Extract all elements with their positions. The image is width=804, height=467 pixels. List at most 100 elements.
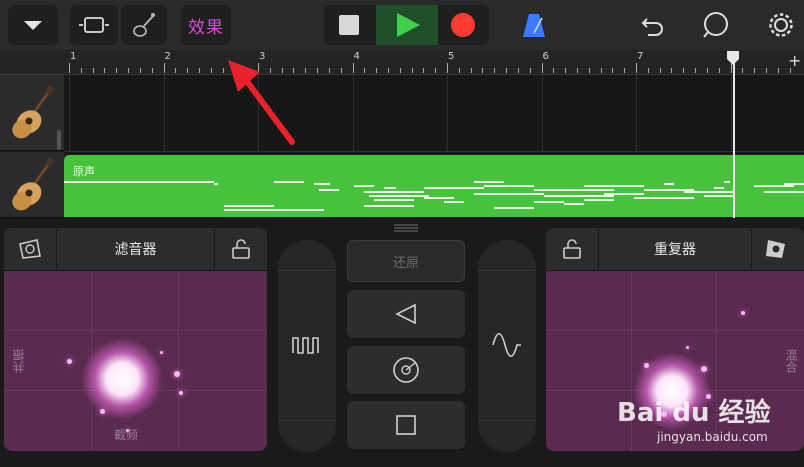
playhead[interactable] [733,52,735,218]
waveform-segment [354,185,374,187]
ruler-tick [376,68,378,73]
bar-number: 1 [70,51,77,62]
guitar-icon [133,13,155,37]
record-effect-icon [19,239,41,259]
waveform-segment [714,187,724,189]
bar-gridline [352,75,354,151]
unlock-icon [563,239,581,259]
track-separator [64,151,804,152]
bar-gridline [730,75,732,151]
gate-wave-icon[interactable] [291,334,323,356]
waveform-segment [369,195,429,197]
ruler-tick [612,68,614,73]
metronome-button[interactable] [514,5,554,45]
track-resize-handle[interactable] [57,130,61,150]
stop-effect-button[interactable] [347,401,465,449]
effects-button[interactable]: 效果 [181,5,231,45]
tracks-view-icon [79,17,109,33]
undo-icon [641,18,663,36]
ruler-tick [683,68,685,73]
audio-region[interactable]: 原声 [64,155,804,217]
particle [126,429,129,432]
bar-gridline [636,75,637,151]
ruler-tick [647,68,649,73]
stop-icon [339,15,359,35]
waveform-segment [364,205,414,207]
turntable-icon [393,357,419,383]
waveform-segment [384,187,396,189]
ruler-tick [116,68,118,73]
tracks-view-button[interactable] [70,5,118,45]
waveform-segment [784,183,804,185]
waveform-segment [424,187,484,189]
waveform-segment [274,181,304,183]
ruler-corner [0,50,64,75]
watermark: Bai du 经验 jingyan.baidu.com [617,392,804,452]
play-icon [397,13,420,37]
filter-lock-button[interactable] [214,228,267,270]
left-modifier-strip [278,240,336,452]
stop-button[interactable] [326,5,372,45]
settings-button[interactable] [760,5,802,45]
panel-drag-handle[interactable] [392,223,420,233]
ruler-tick [529,68,531,73]
timeline-ruler[interactable]: 12345678 [64,50,804,75]
browser-menu-button[interactable] [8,5,58,45]
reverse-triangle-icon [395,303,416,325]
unlock-icon [232,239,250,259]
waveform-segment [764,191,804,193]
filter-record-button[interactable] [4,228,57,270]
instrument-button[interactable] [121,5,167,45]
record-icon [451,13,475,37]
waveform-segment [494,207,534,209]
waveform-segment [314,183,324,185]
filter-xy-pad[interactable]: 截频 共振 [4,271,267,451]
track-header-2[interactable] [0,152,64,218]
waveform-segment [224,205,274,207]
ruler-tick [387,68,389,73]
loop-browser-button[interactable] [694,5,738,45]
waveform-segment [319,189,339,191]
play-button[interactable] [376,5,438,45]
waveform-segment [324,183,330,185]
track-header-1[interactable] [0,75,64,151]
bar-number: 6 [542,51,549,62]
ruler-tick [435,68,437,73]
playhead-marker-icon[interactable] [723,50,743,66]
repeater-record-button[interactable] [751,228,804,270]
waveform-segment [424,197,454,199]
ruler-tick [423,68,425,73]
repeater-lock-button[interactable] [546,228,599,270]
waveform-segment [64,181,214,183]
ruler-tick [754,68,756,73]
ruler-tick [718,68,720,73]
restore-button[interactable]: 还原 [347,240,465,282]
sine-wave-icon[interactable] [491,332,523,358]
particle [160,351,163,354]
add-section-icon[interactable]: + [788,52,804,70]
waveform-segment [604,193,644,195]
bar-number: 7 [637,51,644,62]
waveform-segment [364,191,424,193]
reverse-button[interactable] [347,290,465,338]
square-stop-icon [396,415,416,435]
watermark-brand: Bai du 经验 [617,398,771,428]
filter-touch-point[interactable] [82,339,162,419]
ruler-tick [470,68,472,73]
record-button[interactable] [440,5,486,45]
repeater-y-axis-label: 混合 [784,349,798,373]
waveform-segment [534,189,614,191]
ruler-tick [671,68,673,73]
ruler-tick [198,68,200,73]
undo-button[interactable] [632,5,674,45]
filter-y-axis-label: 共振 [12,349,26,373]
bar-number: 2 [164,51,171,62]
acoustic-guitar-icon [12,84,55,138]
loop-icon [703,12,728,38]
waveform-segment [584,185,644,187]
scratch-button[interactable] [347,346,465,394]
waveform-segment [754,185,794,187]
bar-gridline [163,75,165,151]
ruler-tick [541,63,543,73]
watermark-url: jingyan.baidu.com [657,430,768,444]
